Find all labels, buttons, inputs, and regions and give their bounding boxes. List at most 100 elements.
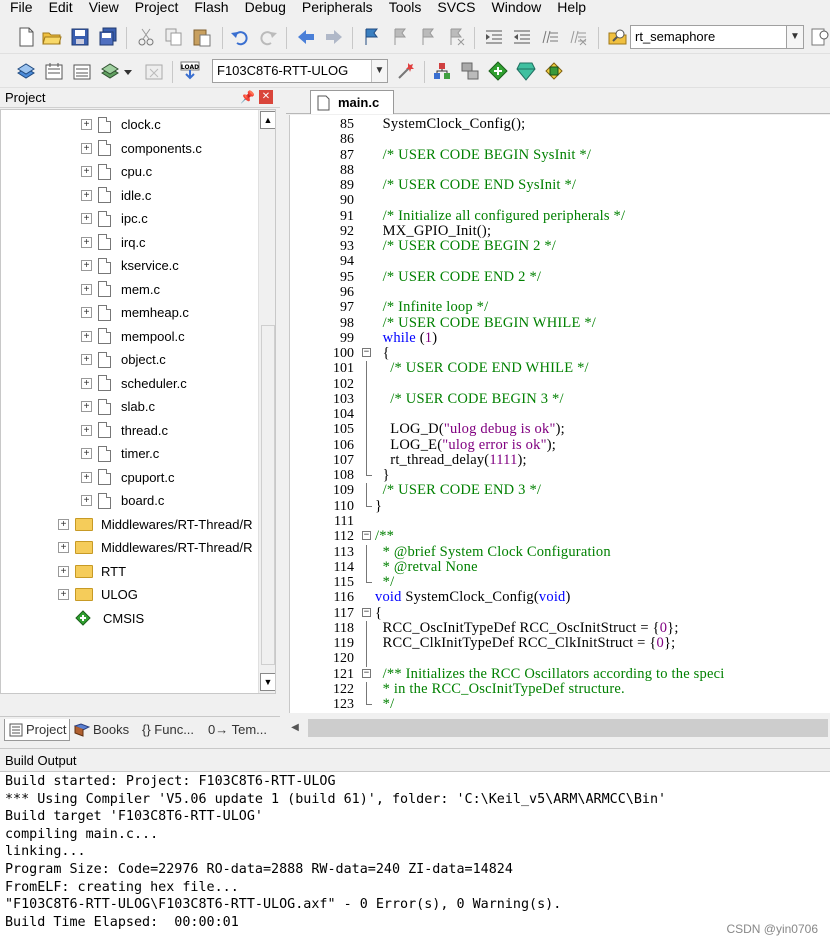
translate-icon[interactable] — [16, 61, 36, 81]
tree-file-item[interactable]: + memheap.c — [81, 301, 189, 324]
find-combo-dropdown[interactable]: ▼ — [786, 25, 804, 49]
event-recorder-icon[interactable] — [516, 61, 536, 81]
next-bookmark-icon[interactable] — [418, 27, 438, 47]
indent-icon[interactable] — [484, 27, 504, 47]
expand-icon[interactable]: + — [81, 213, 92, 224]
save-all-icon[interactable] — [98, 27, 118, 47]
pack-installer-icon[interactable] — [488, 61, 508, 81]
close-icon[interactable]: ✕ — [259, 90, 273, 104]
expand-icon[interactable]: + — [81, 377, 92, 389]
open-folder-icon[interactable] — [42, 27, 62, 47]
tree-file-item[interactable]: + mempool.c — [81, 325, 185, 348]
menu-file[interactable]: File — [0, 0, 39, 14]
build-output-panel[interactable]: Build started: Project: F103C8T6-RTT-ULO… — [0, 772, 830, 946]
build-icon[interactable] — [44, 61, 64, 81]
expand-icon[interactable]: + — [58, 518, 69, 530]
tree-file-item[interactable]: + kservice.c — [81, 254, 179, 277]
redo-icon[interactable] — [258, 27, 278, 47]
fold-collapse-icon[interactable]: − — [362, 531, 371, 541]
download-icon[interactable]: LOAD — [180, 61, 200, 81]
scroll-thumb[interactable] — [308, 719, 828, 737]
menu-edit[interactable]: Edit — [39, 0, 79, 14]
expand-icon[interactable]: + — [81, 330, 92, 342]
code-editor[interactable]: 85 SystemClock_Config(); 86 87 /* USER COD… — [289, 115, 830, 713]
menu-window[interactable]: Window — [482, 0, 548, 14]
tab-main-c[interactable]: main.c — [310, 90, 394, 114]
comment-icon[interactable] — [540, 27, 560, 47]
expand-icon[interactable]: + — [58, 589, 69, 600]
tree-file-item[interactable]: + board.c — [81, 489, 164, 512]
expand-icon[interactable]: + — [81, 260, 92, 271]
tree-file-item[interactable]: + mem.c — [81, 278, 160, 301]
tree-file-item[interactable]: + clock.c — [81, 113, 161, 136]
pack-manager-icon[interactable] — [544, 61, 564, 81]
menu-help[interactable]: Help — [547, 0, 592, 14]
expand-icon[interactable]: + — [81, 354, 92, 365]
scroll-thumb[interactable] — [261, 325, 275, 665]
navigate-forward-icon[interactable] — [324, 27, 344, 47]
tree-group-item[interactable]: + Middlewares/RT-Thread/R — [58, 513, 252, 536]
tree-group-item[interactable]: + ULOG — [58, 583, 138, 606]
tree-file-item[interactable]: + components.c — [81, 137, 202, 160]
uncomment-icon[interactable] — [568, 27, 588, 47]
find-icon[interactable] — [810, 27, 830, 47]
prev-bookmark-icon[interactable] — [390, 27, 410, 47]
fold-collapse-icon[interactable]: − — [362, 348, 371, 358]
expand-icon[interactable]: + — [81, 142, 92, 154]
tree-file-item[interactable]: + cpuport.c — [81, 466, 174, 489]
target-options-icon[interactable] — [396, 61, 416, 81]
expand-icon[interactable]: + — [58, 565, 69, 577]
expand-icon[interactable]: + — [81, 236, 92, 248]
rebuild-icon[interactable] — [72, 61, 92, 81]
target-combo[interactable]: F103C8T6-RTT-ULOG ▼ — [212, 59, 388, 83]
chevron-down-icon[interactable] — [124, 70, 132, 75]
expand-icon[interactable]: + — [81, 448, 92, 459]
tab-templates[interactable]: 0→ Tem... — [208, 719, 274, 741]
expand-icon[interactable]: + — [81, 283, 92, 295]
pin-icon[interactable]: 📌 — [240, 90, 255, 104]
menu-svcs[interactable]: SVCS — [427, 0, 481, 14]
manage-components-icon[interactable] — [432, 61, 452, 81]
bookmark-icon[interactable] — [362, 27, 382, 47]
tree-cmsis-item[interactable]: CMSIS — [75, 607, 144, 630]
paste-icon[interactable] — [192, 27, 212, 47]
expand-icon[interactable]: + — [81, 401, 92, 412]
project-tree[interactable]: + clock.c + components.c + cpu.c + idle.c + ipc.c… — [0, 109, 276, 694]
expand-icon[interactable]: + — [81, 119, 92, 130]
tree-file-item[interactable]: + scheduler.c — [81, 372, 187, 395]
tab-books[interactable]: Books — [74, 719, 138, 741]
tree-vertical-scrollbar[interactable]: ▲ ▼ — [258, 110, 275, 693]
editor-horizontal-scrollbar[interactable]: ◀ — [286, 716, 830, 742]
scroll-left-icon[interactable]: ◀ — [288, 719, 302, 737]
tree-file-item[interactable]: + irq.c — [81, 231, 146, 254]
tree-file-item[interactable]: + cpu.c — [81, 160, 152, 183]
expand-icon[interactable]: + — [81, 495, 92, 506]
select-packs-icon[interactable] — [460, 61, 480, 81]
fold-collapse-icon[interactable]: − — [362, 668, 371, 678]
expand-icon[interactable]: + — [81, 307, 92, 318]
menu-view[interactable]: View — [79, 0, 125, 14]
tree-file-item[interactable]: + timer.c — [81, 442, 159, 465]
expand-icon[interactable]: + — [81, 471, 92, 483]
expand-icon[interactable]: + — [81, 166, 92, 177]
expand-icon[interactable]: + — [58, 542, 69, 553]
tree-file-item[interactable]: + slab.c — [81, 395, 155, 418]
menu-peripherals[interactable]: Peripherals — [292, 0, 379, 14]
batch-build-icon[interactable] — [100, 61, 120, 81]
find-in-files-icon[interactable] — [608, 27, 628, 47]
tree-file-item[interactable]: + idle.c — [81, 184, 151, 207]
stop-build-icon[interactable] — [144, 61, 164, 81]
scroll-up-icon[interactable]: ▲ — [260, 111, 275, 129]
cut-icon[interactable] — [136, 27, 156, 47]
save-icon[interactable] — [70, 27, 90, 47]
menu-flash[interactable]: Flash — [184, 0, 234, 14]
menu-debug[interactable]: Debug — [235, 0, 292, 14]
navigate-back-icon[interactable] — [296, 27, 316, 47]
tree-file-item[interactable]: + ipc.c — [81, 207, 148, 230]
fold-collapse-icon[interactable]: − — [362, 607, 371, 617]
undo-icon[interactable] — [230, 27, 250, 47]
expand-icon[interactable]: + — [81, 424, 92, 436]
tree-file-item[interactable]: + object.c — [81, 348, 166, 371]
menu-tools[interactable]: Tools — [379, 0, 428, 14]
menu-project[interactable]: Project — [125, 0, 185, 14]
